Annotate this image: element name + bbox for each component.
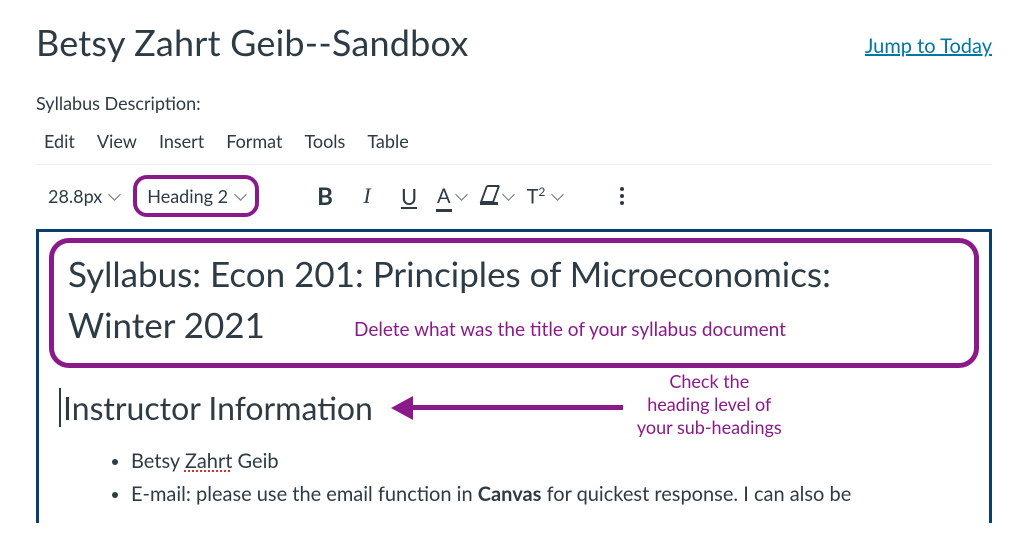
editor-toolbar: 28.8px Heading 2 B I U A T2 xyxy=(36,165,992,227)
arrow-left-icon xyxy=(391,396,413,420)
highlight-icon xyxy=(480,187,498,205)
syllabus-title-heading[interactable]: Syllabus: Econ 201: Principles of Microe… xyxy=(49,238,979,368)
chevron-down-icon xyxy=(234,188,247,201)
list-item[interactable]: Betsy Zahrt Geib xyxy=(131,448,949,475)
chevron-down-icon xyxy=(502,188,515,201)
page-title: Betsy Zahrt Geib--Sandbox xyxy=(36,20,468,64)
menu-edit[interactable]: Edit xyxy=(44,130,75,152)
superscript-icon: T2 xyxy=(527,184,546,209)
menu-tools[interactable]: Tools xyxy=(304,130,345,152)
bold-text: Canvas xyxy=(478,482,542,506)
annotation-delete-title: Delete what was the title of your syllab… xyxy=(354,318,786,341)
jump-to-today-link[interactable]: Jump to Today xyxy=(865,34,992,58)
text-color-button[interactable]: A xyxy=(437,184,466,208)
chevron-down-icon xyxy=(455,188,468,201)
editor-menu-bar: Edit View Insert Format Tools Table xyxy=(36,126,992,165)
editor-content-area[interactable]: Syllabus: Econ 201: Principles of Microe… xyxy=(36,229,992,523)
highlight-color-button[interactable] xyxy=(480,187,513,205)
heading-level-select[interactable]: Heading 2 xyxy=(133,175,259,217)
menu-insert[interactable]: Insert xyxy=(159,130,204,152)
list-item[interactable]: E-mail: please use the email function in… xyxy=(131,481,949,508)
underline-button[interactable]: U xyxy=(395,183,423,210)
chevron-down-icon xyxy=(108,188,121,201)
font-size-value: 28.8px xyxy=(48,185,102,207)
menu-view[interactable]: View xyxy=(97,130,137,152)
menu-table[interactable]: Table xyxy=(367,130,408,152)
spelling-error: Zahrt xyxy=(185,449,233,473)
bold-button[interactable]: B xyxy=(311,182,339,211)
arrow-line xyxy=(413,405,623,410)
heading-level-value: Heading 2 xyxy=(147,185,228,207)
superscript-button[interactable]: T2 xyxy=(527,184,563,209)
more-options-button[interactable] xyxy=(614,183,630,209)
italic-button[interactable]: I xyxy=(353,183,381,209)
instructor-info-heading[interactable]: Instructor Information xyxy=(59,388,373,427)
annotation-arrow: Check the heading level of your sub-head… xyxy=(391,376,973,440)
syllabus-description-label: Syllabus Description: xyxy=(36,92,992,114)
chevron-down-icon xyxy=(552,188,565,201)
font-size-select[interactable]: 28.8px xyxy=(48,185,119,207)
syllabus-title-line1: Syllabus: Econ 201: Principles of Microe… xyxy=(68,249,960,300)
menu-format[interactable]: Format xyxy=(226,130,282,152)
instructor-info-list[interactable]: Betsy Zahrt Geib E-mail: please use the … xyxy=(91,448,949,508)
annotation-check-heading: Check the heading level of your sub-head… xyxy=(637,370,782,440)
text-color-icon: A xyxy=(437,184,451,208)
